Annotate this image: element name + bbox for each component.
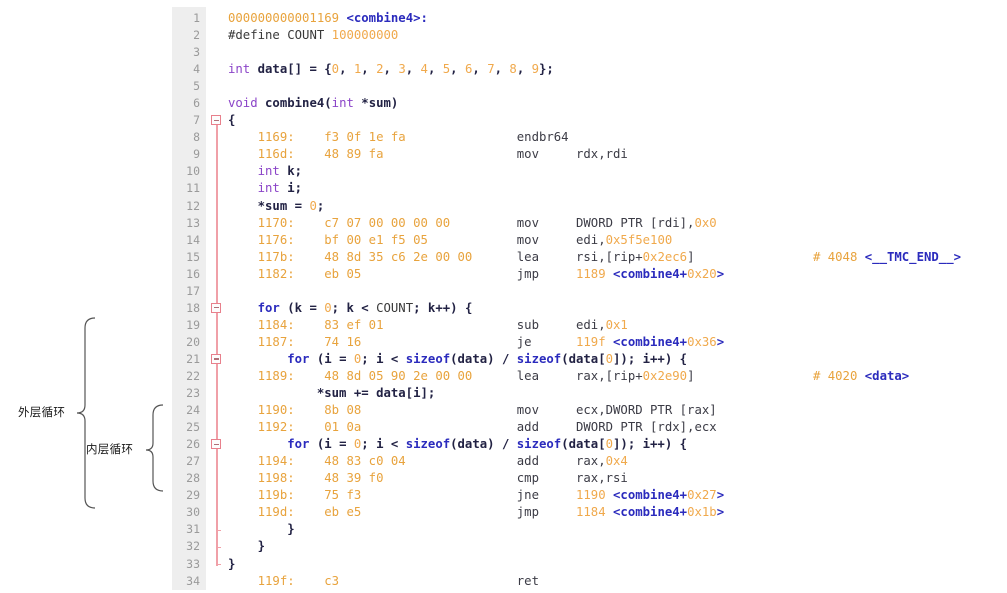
code-line[interactable]: *sum = 0;	[228, 198, 1007, 215]
code-line[interactable]: 1176: bf 00 e1 f5 05 mov edi,0x5f5e100	[228, 232, 1007, 249]
code-content[interactable]: 000000000001169 <combine4>: #define COUNT…	[228, 7, 1007, 590]
code-line[interactable]: 1194: 48 83 c0 04 add rax,0x4	[228, 453, 1007, 470]
line-number: 34	[186, 573, 200, 588]
code-line[interactable]: }	[228, 556, 1007, 573]
code-line[interactable]: 119f: c3 ret	[228, 573, 1007, 590]
outer-loop-label: 外层循环	[18, 405, 66, 419]
code-line[interactable]: for (i = 0; i < sizeof(data) / sizeof(da…	[228, 436, 1007, 453]
code-line[interactable]: for (i = 0; i < sizeof(data) / sizeof(da…	[228, 351, 1007, 368]
code-line[interactable]: 119d: eb e5 jmp 1184 <combine4+0x1b>	[228, 504, 1007, 521]
line-number: 3	[193, 45, 200, 60]
code-line[interactable]: }	[228, 538, 1007, 555]
line-number: 1	[193, 11, 200, 25]
code-line[interactable]: int data[] = {0, 1, 2, 3, 4, 5, 6, 7, 8,…	[228, 61, 1007, 78]
fold-toggle-icon[interactable]	[211, 115, 221, 126]
code-line[interactable]: 1192: 01 0a add DWORD PTR [rdx],ecx	[228, 419, 1007, 436]
code-line[interactable]: for (k = 0; k < COUNT; k++) {	[228, 300, 1007, 317]
line-number: 29	[186, 488, 200, 503]
line-number: 6	[193, 96, 200, 111]
code-editor[interactable]: 1 2 3 4 5 6 7 8 9 10 11 12 13 14 15 16 17 18 19 20 21 22 23 24 2…	[172, 7, 1007, 590]
code-line[interactable]: int k;	[228, 163, 1007, 180]
line-number: 20	[186, 334, 200, 349]
line-number: 19	[186, 317, 200, 332]
line-number: 9	[193, 147, 200, 162]
line-number: 23	[186, 386, 200, 401]
fold-toggle-icon[interactable]	[211, 439, 221, 450]
code-line[interactable]: 1184: 83 ef 01 sub edi,0x1	[228, 317, 1007, 334]
line-number: 7	[193, 113, 200, 128]
line-number: 11	[186, 181, 200, 196]
line-number: 27	[186, 454, 200, 469]
fold-toggle-icon[interactable]	[211, 354, 221, 364]
line-number: 33	[186, 556, 200, 571]
line-number: 21	[186, 351, 200, 366]
code-line[interactable]: #define COUNT 100000000	[228, 27, 1007, 44]
line-number: 31	[186, 522, 200, 537]
code-line[interactable]: 1169: f3 0f 1e fa endbr64	[228, 129, 1007, 146]
code-line[interactable]: {	[228, 112, 1007, 129]
line-number-gutter: 1 2 3 4 5 6 7 8 9 10 11 12 13 14 15 16 17 18 19 20 21 22 23 24 2…	[172, 7, 206, 590]
line-number: 30	[186, 505, 200, 520]
line-number: 15	[186, 249, 200, 264]
line-number: 14	[186, 232, 200, 247]
code-line[interactable]: 117b: 48 8d 35 c6 2e 00 00 lea rsi,[rip+…	[228, 249, 1007, 266]
line-number: 22	[186, 368, 200, 383]
code-line[interactable]: 1190: 8b 08 mov ecx,DWORD PTR [rax]	[228, 402, 1007, 419]
code-line[interactable]: int i;	[228, 180, 1007, 197]
code-line[interactable]: 1182: eb 05 jmp 1189 <combine4+0x20>	[228, 266, 1007, 283]
code-line[interactable]: 1170: c7 07 00 00 00 00 mov DWORD PTR [r…	[228, 215, 1007, 232]
annotation-layer: 外层循环 内层循环	[0, 0, 172, 593]
code-line[interactable]: void combine4(int *sum)	[228, 95, 1007, 112]
line-number: 8	[193, 130, 200, 145]
fold-end-tick	[216, 546, 221, 548]
line-number: 18	[186, 300, 200, 315]
line-number: 2	[193, 28, 200, 43]
screenshot-root: 外层循环 内层循环 1 2 3 4 5 6 7 8 9 10 11 12 13 14 15 16 17 18 19 2…	[0, 0, 1007, 593]
line-number: 5	[193, 79, 200, 94]
outer-loop-brace	[76, 317, 96, 509]
line-number: 10	[186, 164, 200, 179]
fold-end-tick	[216, 563, 221, 565]
line-number: 17	[186, 283, 200, 298]
line-number: 25	[186, 420, 200, 435]
code-line[interactable]	[228, 283, 1007, 300]
code-line[interactable]	[228, 44, 1007, 61]
code-line[interactable]	[228, 78, 1007, 95]
fold-toggle-icon[interactable]	[211, 302, 221, 313]
line-number: 24	[186, 403, 200, 418]
code-line[interactable]: 119b: 75 f3 jne 1190 <combine4+0x27>	[228, 487, 1007, 504]
fold-guide-line	[216, 118, 218, 566]
code-line[interactable]: 1198: 48 39 f0 cmp rax,rsi	[228, 470, 1007, 487]
line-number: 4	[193, 62, 200, 77]
inner-loop-label: 内层循环	[86, 442, 134, 456]
code-line[interactable]: 000000000001169 <combine4>:	[228, 10, 1007, 27]
code-line[interactable]: *sum += data[i];	[228, 385, 1007, 402]
code-line[interactable]: 1189: 48 8d 05 90 2e 00 00 lea rax,[rip+…	[228, 368, 1007, 385]
line-number: 13	[186, 215, 200, 230]
inner-loop-brace	[145, 404, 164, 492]
line-number: 26	[186, 437, 200, 452]
fold-end-tick	[216, 529, 221, 531]
code-line[interactable]: 116d: 48 89 fa mov rdx,rdi	[228, 146, 1007, 163]
loop-brace-diagram	[76, 317, 164, 509]
code-line[interactable]: }	[228, 521, 1007, 538]
code-folding-column[interactable]	[206, 7, 228, 566]
line-number: 16	[186, 266, 200, 281]
code-line[interactable]: 1187: 74 16 je 119f <combine4+0x36>	[228, 334, 1007, 351]
line-number: 32	[186, 539, 200, 554]
line-number: 12	[186, 198, 200, 213]
line-number: 28	[186, 471, 200, 486]
